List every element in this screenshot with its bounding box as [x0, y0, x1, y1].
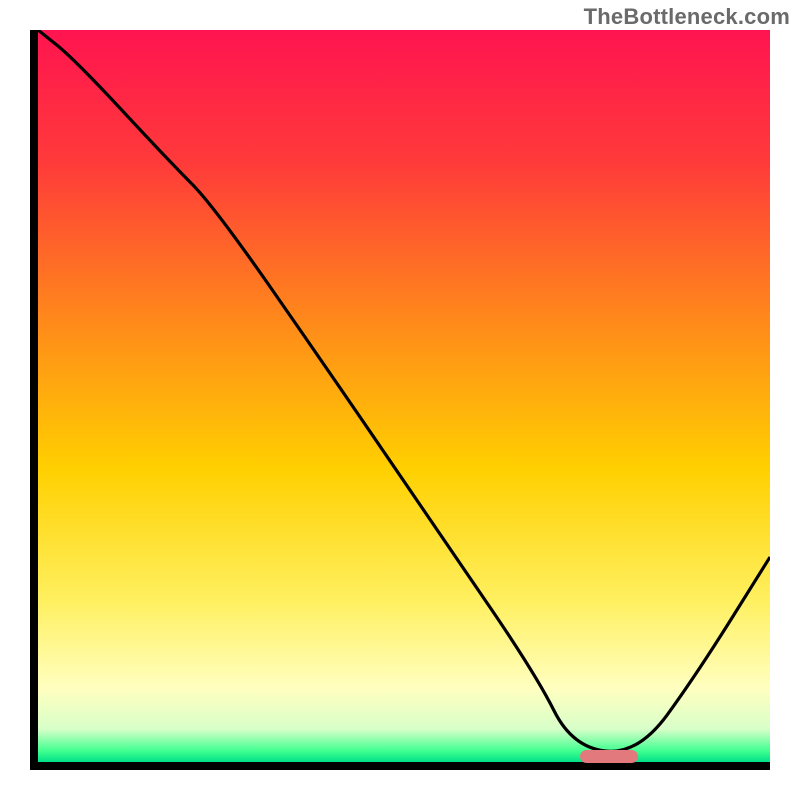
chart-frame: TheBottleneck.com: [0, 0, 800, 800]
plot-svg: [38, 30, 770, 762]
plot-area: [30, 30, 770, 770]
watermark-text: TheBottleneck.com: [584, 4, 790, 30]
optimal-range-marker: [580, 750, 639, 763]
x-axis: [30, 762, 770, 770]
y-axis: [30, 30, 38, 770]
